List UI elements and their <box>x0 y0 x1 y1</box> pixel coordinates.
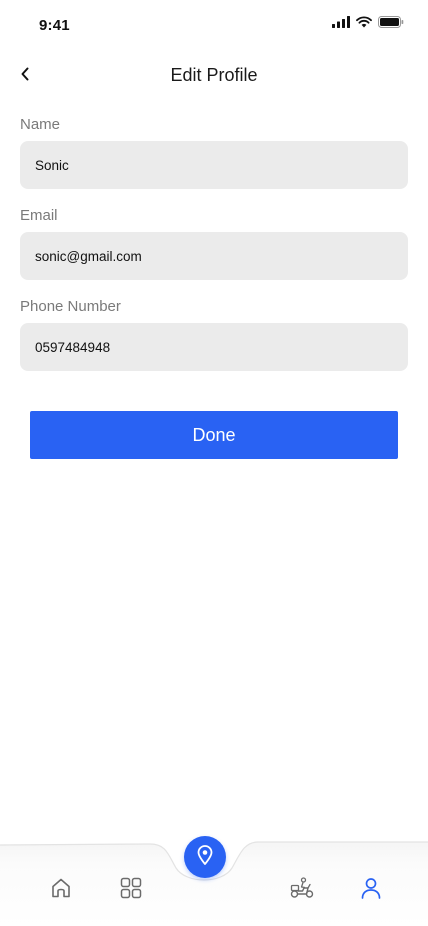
status-bar: 9:41 <box>0 0 428 50</box>
location-pin-icon <box>197 844 213 870</box>
user-icon <box>359 876 383 905</box>
phone-label: Phone Number <box>20 298 121 315</box>
email-label: Email <box>20 207 58 224</box>
name-input[interactable] <box>20 141 408 189</box>
status-time: 9:41 <box>39 17 70 34</box>
scooter-delivery-icon <box>289 876 315 905</box>
wifi-icon <box>356 16 372 28</box>
nav-categories[interactable] <box>115 874 147 906</box>
battery-icon <box>378 16 404 28</box>
nav-home[interactable] <box>45 874 77 906</box>
grid-icon <box>119 876 143 905</box>
done-button[interactable]: Done <box>30 411 398 459</box>
nav-location-fab[interactable] <box>184 836 226 878</box>
name-label: Name <box>20 116 61 133</box>
email-input[interactable] <box>20 232 408 280</box>
nav-profile[interactable] <box>355 874 387 906</box>
page-title: Edit Profile <box>170 65 258 85</box>
nav-delivery[interactable] <box>286 874 318 906</box>
status-icons <box>332 16 404 28</box>
home-icon <box>49 876 73 905</box>
cellular-signal-icon <box>332 16 350 28</box>
header: Edit Profile <box>0 56 428 96</box>
phone-input[interactable] <box>20 323 408 371</box>
bottom-nav <box>0 830 428 926</box>
